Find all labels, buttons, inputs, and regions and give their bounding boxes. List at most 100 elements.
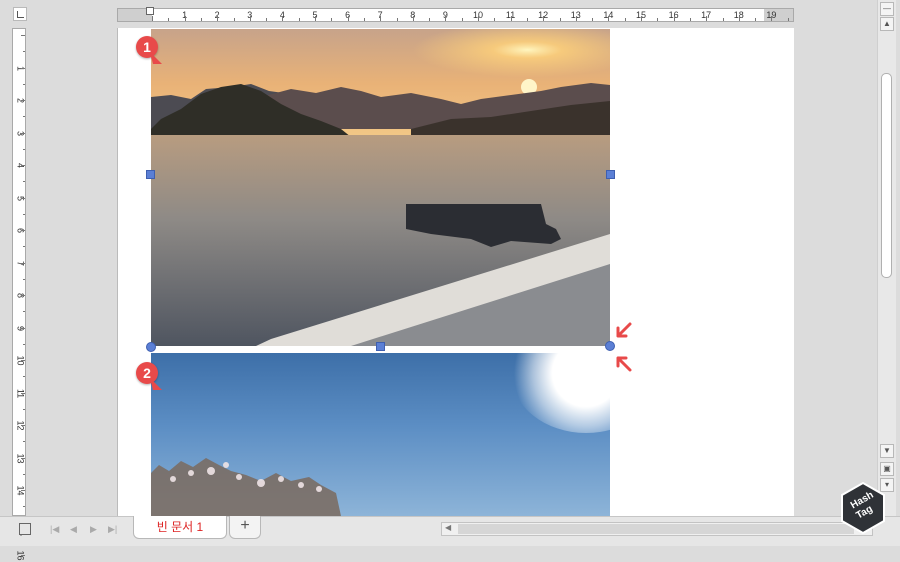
vruler-tick xyxy=(23,376,25,378)
hruler-tick xyxy=(168,18,170,21)
horizontal-ruler[interactable]: 1 2 3 4 5 6 7 8 9 10 11 12 13 14 15 16 17 18 19 xyxy=(117,8,794,22)
hruler-tick xyxy=(494,18,496,21)
hruler-tick xyxy=(641,16,642,21)
vruler-tick xyxy=(23,278,25,280)
prev-page-icon[interactable]: ◀ xyxy=(70,524,77,535)
vertical-scroll-thumb[interactable] xyxy=(881,73,892,278)
vruler-tick xyxy=(21,360,25,361)
first-page-icon[interactable]: |◀ xyxy=(50,524,59,535)
vertical-scrollbar[interactable]: — ▲ ▼ ▣ ▾ xyxy=(877,0,896,516)
vruler-tick xyxy=(23,441,25,443)
page-edge xyxy=(117,28,118,516)
vruler-tick xyxy=(21,425,25,426)
scroll-up-button[interactable]: ▲ xyxy=(880,17,894,31)
ruler-corner-button[interactable] xyxy=(13,7,27,21)
vruler-tick xyxy=(23,311,25,313)
last-page-icon[interactable]: ▶| xyxy=(108,524,117,535)
vruler-tick xyxy=(23,116,25,118)
vruler-tick xyxy=(21,327,25,329)
hruler-tick xyxy=(282,16,284,21)
hruler-tick xyxy=(396,18,398,21)
vruler-tick xyxy=(23,473,25,475)
hruler-tick xyxy=(657,18,659,21)
hruler-tick xyxy=(722,18,724,21)
hruler-tick xyxy=(771,16,773,21)
hruler-tick xyxy=(429,18,431,21)
vruler-tick xyxy=(23,148,25,150)
vruler-tick xyxy=(23,83,25,85)
hruler-tick xyxy=(755,18,757,21)
hruler-tick xyxy=(347,16,349,21)
page-icon[interactable] xyxy=(18,522,32,536)
vruler-tick xyxy=(21,457,25,459)
hruler-tick xyxy=(510,16,512,21)
vruler-tick xyxy=(21,555,25,556)
hruler-tick xyxy=(689,18,691,21)
hruler-tick xyxy=(380,16,382,21)
vruler-tick xyxy=(21,67,25,69)
hashtag-logo: Hash Tag xyxy=(838,481,888,535)
hruler-tick xyxy=(543,16,545,21)
hruler-tick xyxy=(575,16,577,21)
hruler-tick xyxy=(608,16,610,21)
hruler-tick xyxy=(266,18,268,21)
hruler-tick xyxy=(526,18,528,21)
vruler-tick xyxy=(21,392,25,394)
vertical-ruler[interactable]: 12345678910111213141516 xyxy=(12,28,26,561)
pointer-arrows-icon xyxy=(616,322,632,372)
hruler-tick xyxy=(315,16,316,21)
vruler-tick xyxy=(23,246,25,248)
vruler-tick xyxy=(21,132,25,134)
horizontal-scroll-thumb[interactable] xyxy=(458,524,854,534)
vruler-tick xyxy=(23,181,25,183)
vruler-tick xyxy=(21,100,25,101)
vruler-tick xyxy=(23,51,25,53)
hruler-tick xyxy=(787,18,789,21)
hruler-tick xyxy=(249,16,251,21)
resize-handle-left-middle[interactable] xyxy=(146,170,155,179)
hruler-tick xyxy=(331,18,333,21)
hruler-tick xyxy=(738,16,740,21)
next-page-icon[interactable]: ▶ xyxy=(90,524,97,535)
add-tab-button[interactable]: + xyxy=(229,516,261,539)
vruler-tick xyxy=(23,343,25,345)
vruler-tick xyxy=(21,490,25,491)
hruler-tick xyxy=(152,16,153,21)
hruler-tick xyxy=(461,18,463,21)
resize-handle-bottom-middle[interactable] xyxy=(376,342,385,351)
hruler-tick xyxy=(559,18,561,21)
hruler-tick xyxy=(412,16,414,21)
hruler-tick xyxy=(217,16,219,21)
hruler-tick xyxy=(445,16,447,21)
scroll-left-icon[interactable]: ◀ xyxy=(445,523,451,532)
vruler-tick xyxy=(23,408,25,410)
resize-handle-top-middle[interactable] xyxy=(146,7,154,15)
hruler-tick xyxy=(363,18,365,21)
scroll-collapse-button[interactable]: — xyxy=(880,2,894,16)
vruler-tick xyxy=(21,262,25,264)
sheet-tab[interactable]: 빈 문서 1 xyxy=(133,516,227,539)
image-sky-blossoms[interactable] xyxy=(151,353,610,516)
hruler-tick xyxy=(184,16,186,21)
hruler-tick xyxy=(200,18,202,21)
image-sunset-harbor[interactable] xyxy=(151,29,610,346)
vruler-tick xyxy=(21,197,25,199)
resize-handle-right-middle[interactable] xyxy=(606,170,615,179)
horizontal-scrollbar[interactable]: ◀ xyxy=(441,522,873,536)
hruler-tick xyxy=(233,18,235,21)
hruler-tick xyxy=(624,18,626,21)
hruler-tick xyxy=(592,18,594,21)
vruler-tick xyxy=(21,35,25,36)
vruler-tick xyxy=(21,230,25,231)
hruler-tick xyxy=(673,16,675,21)
hruler-tick xyxy=(478,16,479,21)
vruler-tick xyxy=(21,165,25,166)
vruler-tick xyxy=(21,295,25,296)
resize-handle-bottom-left[interactable] xyxy=(146,342,156,352)
hruler-tick xyxy=(706,16,708,21)
fit-page-icon[interactable]: ▣ xyxy=(880,462,894,476)
hruler-tick xyxy=(298,18,300,21)
marker-one-tail xyxy=(150,52,162,64)
scroll-down-button[interactable]: ▼ xyxy=(880,444,894,458)
vruler-tick xyxy=(23,506,25,508)
